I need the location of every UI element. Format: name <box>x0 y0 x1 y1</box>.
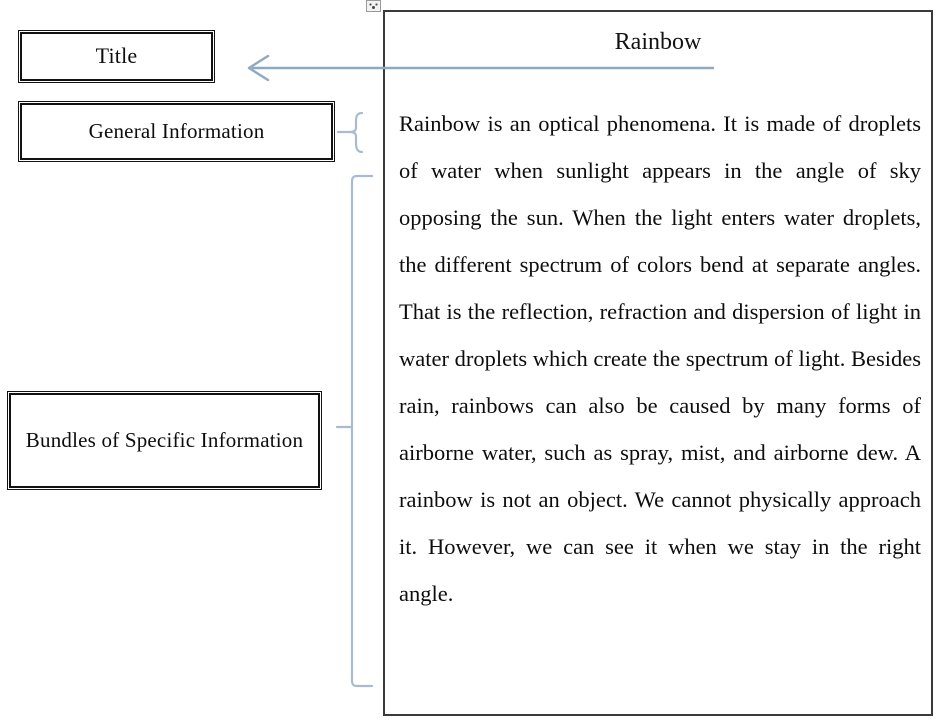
label-box-title[interactable]: Title <box>18 30 215 83</box>
bundles-of-specific-information-bracket-icon <box>335 174 374 688</box>
anchor-marker-icon <box>366 0 381 12</box>
diagram-canvas: Title General Information Bundles of Spe… <box>0 0 938 726</box>
label-box-title-text: Title <box>95 43 138 69</box>
document-panel[interactable]: Rainbow Rainbow is an optical phenomena.… <box>383 10 933 716</box>
anchor-marker-dots-icon <box>369 3 378 9</box>
label-box-general-information-text: General Information <box>88 119 265 144</box>
label-box-general-information[interactable]: General Information <box>18 101 335 162</box>
document-title: Rainbow <box>614 29 702 55</box>
document-body-paragraph: Rainbow is an optical phenomena. It is m… <box>399 111 921 606</box>
label-box-bundles-of-specific-information[interactable]: Bundles of Specific Information <box>7 391 322 490</box>
general-information-brace-icon <box>336 111 364 154</box>
label-box-bundles-of-specific-information-text: Bundles of Specific Information <box>25 428 304 453</box>
